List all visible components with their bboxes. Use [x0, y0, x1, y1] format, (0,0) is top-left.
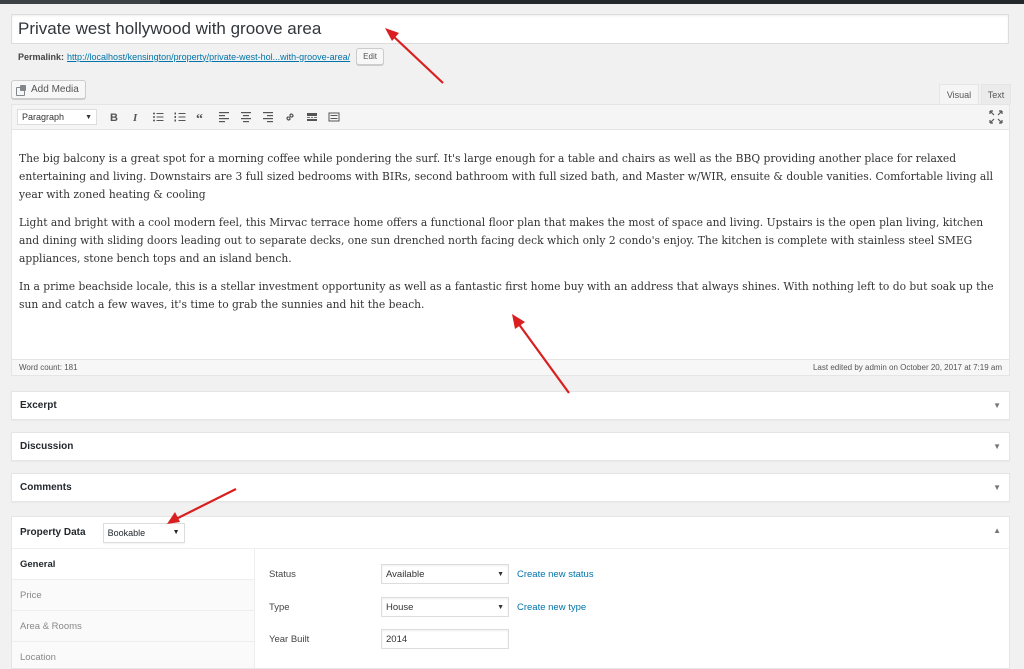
status-label: Status [269, 568, 296, 580]
comments-box[interactable]: Comments ▼ [11, 473, 1010, 502]
admin-top-strip [0, 0, 1024, 4]
chevron-down-icon: ▼ [497, 603, 504, 611]
property-tabs: General Price Area & Rooms Location [12, 549, 255, 668]
editor-toolbar: Paragraph ▼ B I “ [12, 105, 1009, 130]
chevron-down-icon[interactable]: ▼ [993, 483, 1001, 492]
tab-location[interactable]: Location [12, 642, 254, 668]
blockquote-icon[interactable]: “ [191, 106, 213, 128]
property-data-header: Property Data Bookable ▼ ▲ [12, 517, 1009, 549]
chevron-down-icon: ▼ [85, 113, 92, 121]
status-row: Status Available ▼ Create new status [269, 564, 594, 584]
content-paragraph: Light and bright with a cool modern feel… [19, 216, 984, 265]
year-built-row: Year Built 2014 [269, 629, 509, 649]
property-type-value: Bookable [107, 527, 146, 538]
svg-text:“: “ [196, 112, 203, 123]
discussion-box[interactable]: Discussion ▼ [11, 432, 1010, 461]
word-count: Word count: 181 [19, 363, 78, 372]
create-status-link[interactable]: Create new status [517, 569, 594, 580]
chevron-down-icon: ▼ [497, 570, 504, 578]
fullscreen-icon[interactable] [989, 110, 1003, 124]
permalink-link[interactable]: http://localhost/kensington/property/pri… [67, 52, 350, 62]
tab-general[interactable]: General [12, 549, 254, 580]
svg-text:I: I [132, 112, 138, 123]
permalink-row: Permalink: http://localhost/kensington/p… [18, 48, 384, 65]
tab-text[interactable]: Text [981, 84, 1011, 104]
format-select[interactable]: Paragraph ▼ [17, 109, 97, 125]
link-icon[interactable] [279, 106, 301, 128]
chevron-down-icon: ▼ [172, 529, 180, 536]
chevron-down-icon[interactable]: ▼ [993, 401, 1001, 410]
content-editor[interactable]: Paragraph ▼ B I “ The big balcony is a g… [11, 104, 1010, 376]
editor-status-bar: Word count: 181 Last edited by admin on … [12, 359, 1009, 375]
add-media-label: Add Media [31, 84, 79, 95]
comments-title: Comments [20, 482, 72, 493]
screen-tab [0, 0, 160, 4]
year-built-input[interactable]: 2014 [381, 629, 509, 649]
media-icon [16, 84, 27, 96]
year-built-label: Year Built [269, 633, 310, 645]
type-value: House [386, 601, 414, 613]
format-select-value: Paragraph [22, 112, 65, 122]
bold-icon[interactable]: B [103, 106, 125, 128]
align-center-icon[interactable] [235, 106, 257, 128]
permalink-label: Permalink: [18, 51, 65, 62]
property-type-select[interactable]: Bookable ▼ [102, 522, 185, 543]
status-select[interactable]: Available ▼ [381, 564, 509, 584]
tab-price[interactable]: Price [12, 580, 254, 611]
property-data-box: Property Data Bookable ▼ ▲ General Price… [11, 516, 1010, 669]
discussion-title: Discussion [20, 441, 74, 452]
read-more-icon[interactable] [301, 106, 323, 128]
property-data-title: Property Data [20, 527, 86, 538]
add-media-button[interactable]: Add Media [11, 80, 86, 99]
numbered-list-icon[interactable] [169, 106, 191, 128]
italic-icon[interactable]: I [125, 106, 147, 128]
create-type-link[interactable]: Create new type [517, 602, 586, 613]
tab-visual[interactable]: Visual [939, 84, 979, 104]
last-edited: Last edited by admin on October 20, 2017… [812, 363, 1002, 372]
content-paragraph: In a prime beachside locale, this is a s… [19, 280, 994, 311]
excerpt-title: Excerpt [20, 400, 57, 411]
type-row: Type House ▼ Create new type [269, 597, 586, 617]
toolbar-toggle-icon[interactable] [323, 106, 345, 128]
tab-area-rooms[interactable]: Area & Rooms [12, 611, 254, 642]
editor-content[interactable]: The big balcony is a great spot for a mo… [12, 130, 1009, 314]
align-right-icon[interactable] [257, 106, 279, 128]
chevron-down-icon[interactable]: ▼ [993, 442, 1001, 451]
chevron-up-icon[interactable]: ▲ [993, 526, 1001, 535]
align-left-icon[interactable] [213, 106, 235, 128]
status-value: Available [386, 568, 425, 580]
type-label: Type [269, 601, 290, 613]
excerpt-box[interactable]: Excerpt ▼ [11, 391, 1010, 420]
type-select[interactable]: House ▼ [381, 597, 509, 617]
permalink-edit-button[interactable]: Edit [356, 48, 384, 65]
content-paragraph: The big balcony is a great spot for a mo… [19, 152, 994, 201]
post-title-input[interactable]: Private west hollywood with groove area [11, 14, 1009, 44]
svg-text:B: B [110, 112, 118, 123]
bulleted-list-icon[interactable] [147, 106, 169, 128]
